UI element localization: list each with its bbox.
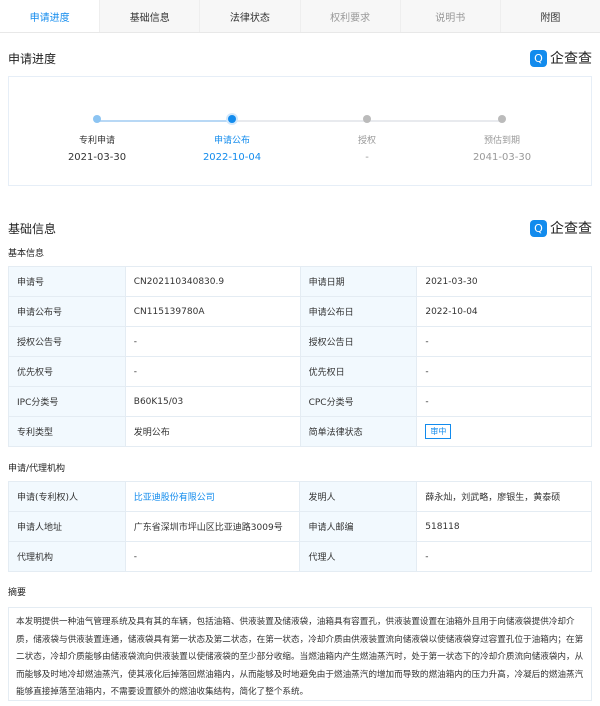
field-label: 优先权号 (8, 356, 126, 387)
progress-timeline: 专利申请 2021-03-30 申请公布 2022-10-04 授权 - 预估到期 20… (8, 76, 592, 186)
tab-figures[interactable]: 附图 (499, 0, 600, 32)
field-value: 2021-03-30 (416, 266, 592, 297)
qcc-logo: Q 企查查 (530, 48, 592, 68)
step-label: 预估到期 (483, 136, 520, 146)
field-label: 授权公告号 (8, 326, 126, 357)
qcc-logo-icon: Q (530, 219, 547, 237)
field-value: 广东省深圳市坪山区比亚迪路3009号 (124, 511, 301, 542)
logo-text: 企查查 (550, 51, 592, 67)
step-date: 2022-10-04 (202, 152, 262, 163)
field-value: - (416, 356, 592, 387)
tab-basic-info[interactable]: 基础信息 (99, 0, 200, 32)
field-label: 简单法律状态 (299, 416, 418, 447)
agency-subtitle: 申请/代理机构 (8, 464, 66, 474)
field-value: 2022-10-04 (416, 296, 592, 327)
applicant-link[interactable]: 比亚迪股份有限公司 (134, 493, 215, 503)
field-label: 申请人地址 (8, 511, 126, 542)
tab-legal-status[interactable]: 法律状态 (199, 0, 300, 32)
basic-subtitle: 基本信息 (8, 249, 45, 259)
field-label: 发明人 (299, 481, 418, 512)
field-value: CN115139780A (124, 296, 301, 327)
basic-info-title: 基础信息 (8, 222, 57, 236)
field-value: - (124, 541, 301, 572)
table-row: 代理机构 - 代理人 - (8, 541, 592, 572)
qcc-logo: Q 企查查 (530, 218, 592, 238)
field-label: 申请(专利权)人 (8, 481, 126, 512)
tab-bar: 申请进度 基础信息 法律状态 权利要求 说明书 附图 (0, 0, 600, 33)
field-value: 发明公布 (124, 416, 301, 447)
step-dot (363, 115, 371, 123)
table-row: 申请人地址 广东省深圳市坪山区比亚迪路3009号 申请人邮编 518118 (8, 511, 592, 542)
step-date: - (365, 152, 369, 163)
table-row: 申请号 CN202110340830.9 申请日期 2021-03-30 (8, 266, 592, 297)
field-value: - (416, 326, 592, 357)
field-value: 审中 (416, 416, 592, 447)
table-row: 专利类型 发明公布 简单法律状态 审中 (8, 416, 592, 447)
field-label: IPC分类号 (8, 386, 126, 417)
tab-description[interactable]: 说明书 (399, 0, 500, 32)
step-publication: 申请公布 2022-10-04 (182, 115, 282, 163)
agency-table: 申请(专利权)人 比亚迪股份有限公司 发明人 薛永灿，刘武略，廖银生，黄泰硕 申请人地址… (8, 481, 592, 572)
field-label: 代理机构 (8, 541, 126, 572)
step-date: 2021-03-30 (67, 152, 127, 163)
field-label: 优先权日 (299, 356, 418, 387)
table-row: 申请(专利权)人 比亚迪股份有限公司 发明人 薛永灿，刘武略，廖银生，黄泰硕 (8, 481, 592, 512)
field-label: 申请公布日 (299, 296, 418, 327)
field-value: - (124, 356, 301, 387)
tab-progress[interactable]: 申请进度 (0, 0, 100, 32)
field-value: - (416, 386, 592, 417)
step-label: 专利申请 (78, 136, 115, 146)
qcc-logo-icon: Q (530, 49, 547, 67)
step-label: 授权 (357, 136, 376, 146)
table-row: 申请公布号 CN115139780A 申请公布日 2022-10-04 (8, 296, 592, 327)
step-label: 申请公布 (213, 136, 250, 146)
field-label: 代理人 (299, 541, 418, 572)
progress-track (97, 120, 502, 122)
tab-claims[interactable]: 权利要求 (299, 0, 400, 32)
field-value: - (416, 541, 592, 572)
field-value: 比亚迪股份有限公司 (124, 481, 301, 512)
field-value: 薛永灿，刘武略，廖银生，黄泰硕 (416, 481, 592, 512)
status-badge: 审中 (425, 424, 452, 439)
field-label: 专利类型 (8, 416, 126, 447)
step-dot (228, 115, 236, 123)
field-label: 申请号 (8, 266, 126, 297)
basic-info-table: 申请号 CN202110340830.9 申请日期 2021-03-30 申请公布号 CN… (8, 266, 592, 447)
progress-title: 申请进度 (8, 52, 57, 66)
field-value: 518118 (416, 511, 592, 542)
table-row: IPC分类号 B60K15/03 CPC分类号 - (8, 386, 592, 417)
step-dot (93, 115, 101, 123)
abstract-text: 本发明提供一种油气管理系统及具有其的车辆，包括油箱、供液装置及储液袋，油箱具有容… (8, 607, 592, 701)
field-label: 申请人邮编 (299, 511, 418, 542)
step-expiry: 预估到期 2041-03-30 (452, 115, 552, 163)
field-value: B60K15/03 (124, 386, 301, 417)
step-filing: 专利申请 2021-03-30 (47, 115, 147, 163)
field-label: 授权公告日 (299, 326, 418, 357)
step-date: 2041-03-30 (472, 152, 532, 163)
table-row: 优先权号 - 优先权日 - (8, 356, 592, 387)
logo-text: 企查查 (550, 221, 592, 237)
field-label: CPC分类号 (299, 386, 418, 417)
step-grant: 授权 - (317, 115, 417, 163)
field-label: 申请公布号 (8, 296, 126, 327)
step-dot (498, 115, 506, 123)
table-row: 授权公告号 - 授权公告日 - (8, 326, 592, 357)
field-value: - (124, 326, 301, 357)
abstract-title: 摘要 (8, 588, 27, 598)
field-value: CN202110340830.9 (124, 266, 301, 297)
field-label: 申请日期 (299, 266, 418, 297)
